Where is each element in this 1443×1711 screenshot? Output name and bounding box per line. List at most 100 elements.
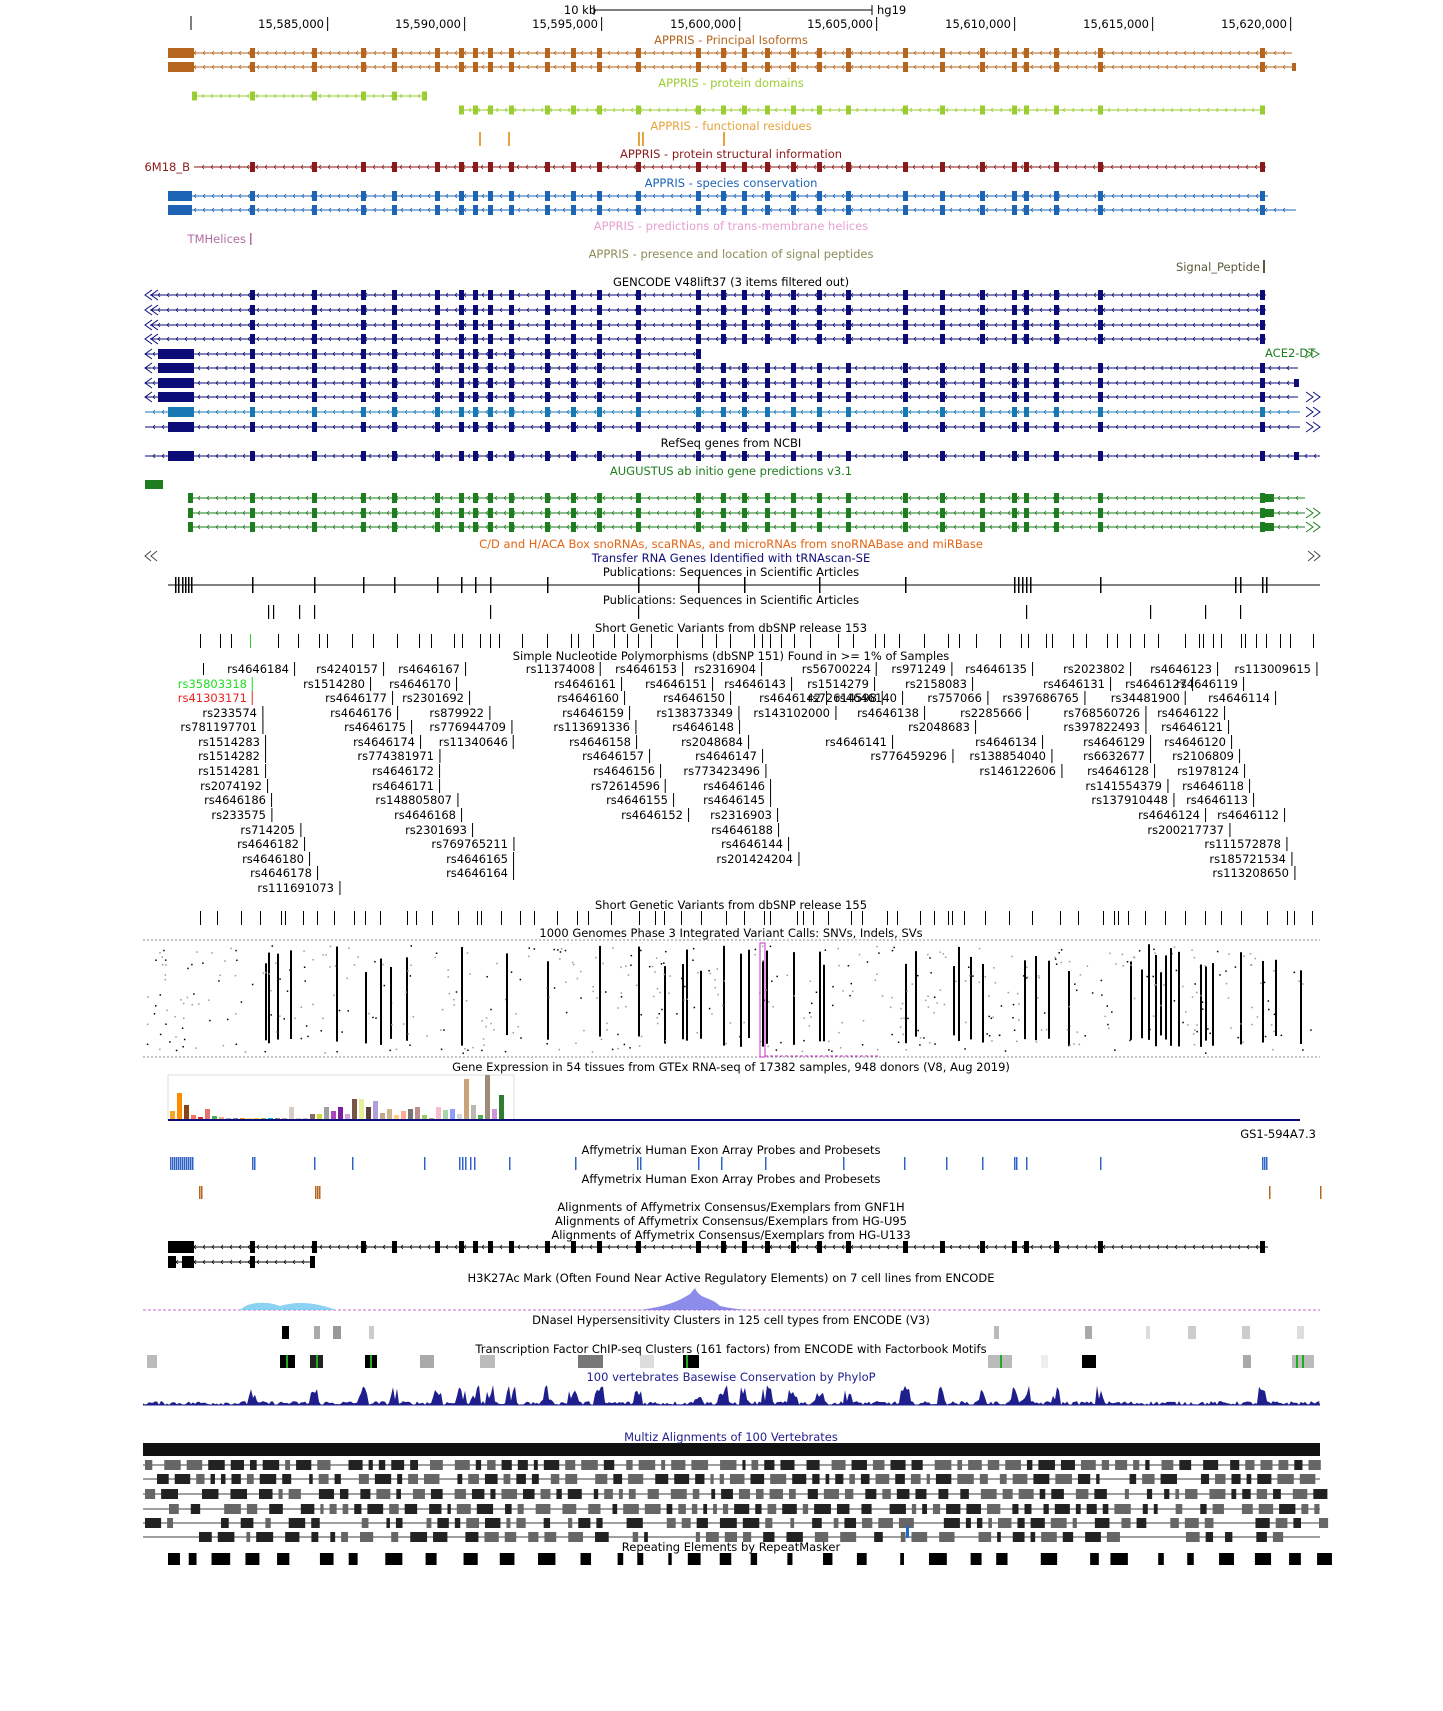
snp-label[interactable]: rs4646165 — [446, 852, 514, 866]
snp-label[interactable]: rs4646170 — [389, 677, 457, 691]
snp-label[interactable]: rs4646164 — [446, 866, 514, 880]
snp-label[interactable]: rs138854040 — [969, 749, 1052, 763]
snp-label[interactable]: rs72614596 — [591, 779, 666, 793]
snp-label[interactable]: rs2158083 — [905, 677, 973, 691]
snp-label[interactable]: rs4646160 — [557, 691, 625, 705]
snp-label[interactable]: rs146122606 — [979, 764, 1062, 778]
snp-label[interactable]: rs4646168 — [394, 808, 462, 822]
snp-label[interactable]: rs4646175 — [344, 720, 412, 734]
snp-label[interactable]: rs1514279 — [807, 677, 875, 691]
snp-label[interactable]: rs1514281 — [198, 764, 266, 778]
snp-label[interactable]: rs34481900 — [1111, 691, 1186, 705]
snp-label[interactable]: rs4646124 — [1138, 808, 1206, 822]
snp-label[interactable]: rs4646156 — [593, 764, 661, 778]
snp-label[interactable]: rs4646143 — [724, 677, 792, 691]
snp-label[interactable]: rs2048684 — [681, 735, 749, 749]
snp-label[interactable]: rs148805807 — [375, 793, 458, 807]
snp-label[interactable]: rs2023802 — [1063, 662, 1131, 676]
snp-label[interactable]: rs113691336 — [553, 720, 636, 734]
snp-label[interactable]: rs4646161 — [554, 677, 622, 691]
snp-label[interactable]: rs4646122 — [1157, 706, 1225, 720]
snp-label[interactable]: rs4646131 — [1043, 677, 1111, 691]
snp-label[interactable]: rs768560726 — [1063, 706, 1146, 720]
snp-label[interactable]: rs776459296 — [870, 749, 953, 763]
snp-label[interactable]: rs1514283 — [198, 735, 266, 749]
snp-label[interactable]: rs4646172 — [372, 764, 440, 778]
snp-label[interactable]: rs141554379 — [1085, 779, 1168, 793]
snp-label[interactable]: rs233575 — [211, 808, 272, 822]
snp-label[interactable]: rs4646134 — [975, 735, 1043, 749]
snp-label[interactable]: rs41303171 — [178, 691, 253, 705]
snp-label[interactable]: rs4646186 — [204, 793, 272, 807]
snp-label[interactable]: rs4646158 — [569, 735, 637, 749]
snp-label[interactable]: rs35803318 — [178, 677, 253, 691]
snp-label[interactable]: rs111572878 — [1204, 837, 1287, 851]
snp-label[interactable]: rs776944709 — [429, 720, 512, 734]
snp-label[interactable]: rs4646157 — [582, 749, 650, 763]
snp-label[interactable]: rs233574 — [202, 706, 263, 720]
snp-label[interactable]: rs4646159 — [562, 706, 630, 720]
snp-label[interactable]: rs714205 — [240, 823, 301, 837]
snp-label[interactable]: rs137910448 — [1091, 793, 1174, 807]
snp-label[interactable]: rs6632677 — [1083, 749, 1151, 763]
snp-label[interactable]: rs4646153 — [615, 662, 683, 676]
snp-label[interactable]: rs4646140 — [835, 691, 903, 705]
snp-label[interactable]: rs757066 — [927, 691, 988, 705]
snp-label[interactable]: rs397686765 — [1002, 691, 1085, 705]
snp-label[interactable]: rs4646182 — [237, 837, 305, 851]
snp-label[interactable]: rs4646188 — [711, 823, 779, 837]
snp-label[interactable]: rs138373349 — [656, 706, 739, 720]
snp-label[interactable]: rs2316904 — [694, 662, 762, 676]
snp-label[interactable]: rs769765211 — [431, 837, 514, 851]
snp-label[interactable]: rs200217737 — [1147, 823, 1230, 837]
snp-label[interactable]: rs781197701 — [180, 720, 263, 734]
snp-label[interactable]: rs113009615 — [1234, 662, 1317, 676]
snp-label[interactable]: rs773423496 — [683, 764, 766, 778]
snp-label[interactable]: rs143102000 — [753, 706, 836, 720]
snp-label[interactable]: rs4646121 — [1161, 720, 1229, 734]
snp-label[interactable]: rs4646155 — [606, 793, 674, 807]
snp-label[interactable]: rs4646167 — [398, 662, 466, 676]
snp-label[interactable]: rs4646177 — [325, 691, 393, 705]
snp-label[interactable]: rs113208650 — [1212, 866, 1295, 880]
snp-label[interactable]: rs111691073 — [257, 881, 340, 895]
snp-label[interactable]: rs1978124 — [1177, 764, 1245, 778]
snp-label[interactable]: rs201424204 — [716, 852, 799, 866]
snp-label[interactable]: rs4646119 — [1176, 677, 1244, 691]
snp-label[interactable]: rs397822493 — [1063, 720, 1146, 734]
snp-label[interactable]: rs4646152 — [621, 808, 689, 822]
snp-label[interactable]: rs2285666 — [960, 706, 1028, 720]
snp-label[interactable]: rs2048683 — [908, 720, 976, 734]
snp-label[interactable]: rs11340646 — [439, 735, 514, 749]
genome-browser-image[interactable]: 10 kb hg19 15,585,000 15,590,000 15,595,000 1… — [0, 0, 1443, 1711]
snp-label[interactable]: rs4646135 — [965, 662, 1033, 676]
snp-label[interactable]: rs4646171 — [372, 779, 440, 793]
snp-label[interactable]: rs4646146 — [703, 779, 771, 793]
snp-label[interactable]: rs11374008 — [526, 662, 601, 676]
snp-label[interactable]: rs4646112 — [1217, 808, 1285, 822]
snp-label[interactable]: rs4240157 — [316, 662, 384, 676]
snp-label[interactable]: rs774381971 — [357, 749, 440, 763]
snp-label[interactable]: rs4646128 — [1087, 764, 1155, 778]
snp-label[interactable]: rs4646120 — [1164, 735, 1232, 749]
snp-label[interactable]: rs4646148 — [672, 720, 740, 734]
snp-label[interactable]: rs4646178 — [250, 866, 318, 880]
snp-label[interactable]: rs4646141 — [825, 735, 893, 749]
snp-label[interactable]: rs2106809 — [1172, 749, 1240, 763]
snp-label[interactable]: rs2301693 — [405, 823, 473, 837]
snp-label[interactable]: rs4646147 — [695, 749, 763, 763]
snp-label[interactable]: rs4646114 — [1208, 691, 1276, 705]
snp-label[interactable]: rs4646145 — [703, 793, 771, 807]
snp-label[interactable]: rs185721534 — [1209, 852, 1292, 866]
snp-label[interactable]: rs4646151 — [645, 677, 713, 691]
snp-label[interactable]: rs4646138 — [857, 706, 925, 720]
snp-label[interactable]: rs4646129 — [1083, 735, 1151, 749]
snp-label[interactable]: rs1514280 — [303, 677, 371, 691]
snp-label[interactable]: rs4646144 — [721, 837, 789, 851]
snp-label[interactable]: rs971249 — [891, 662, 952, 676]
snp-label[interactable]: rs4646184 — [227, 662, 295, 676]
snp-label[interactable]: rs2316903 — [710, 808, 778, 822]
snp-label[interactable]: rs56700224 — [802, 662, 877, 676]
snp-label[interactable]: rs4646123 — [1150, 662, 1218, 676]
snp-label[interactable]: rs4646174 — [353, 735, 421, 749]
